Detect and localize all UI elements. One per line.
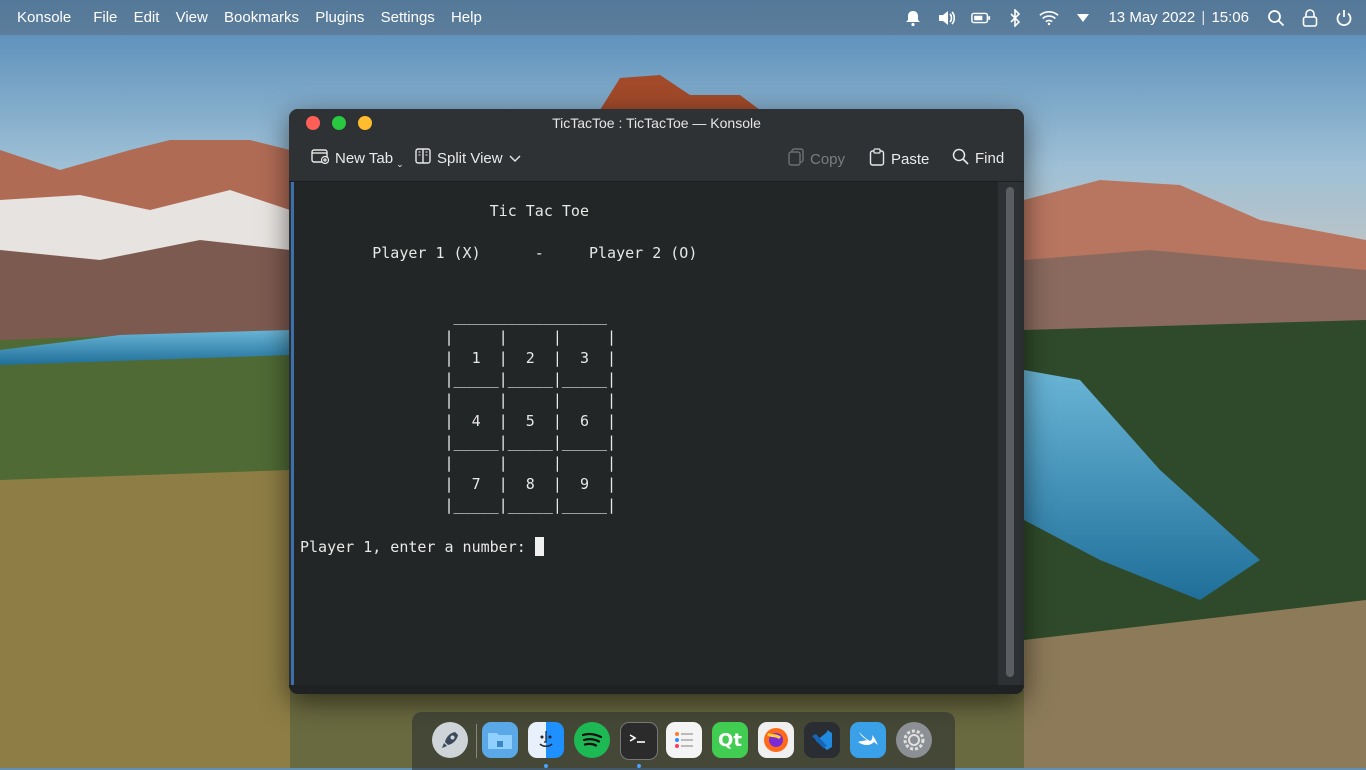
- menu-settings[interactable]: Settings: [381, 9, 435, 26]
- clock-date: 13 May 2022: [1108, 9, 1196, 26]
- terminal-icon[interactable]: [620, 722, 658, 760]
- window-titlebar[interactable]: TicTacToe : TicTacToe — Konsole: [289, 109, 1024, 136]
- terminal-cursor: [534, 537, 544, 556]
- chevron-down-icon[interactable]: ⌄: [396, 159, 404, 170]
- spotify-icon[interactable]: [574, 722, 610, 758]
- find-icon: [952, 148, 969, 169]
- vscode-icon[interactable]: [804, 722, 840, 758]
- new-tab-icon: [311, 148, 330, 168]
- terminal-output: Tic Tac Toe Player 1 (X) - Player 2 (O) …: [300, 201, 697, 558]
- find-label: Find: [975, 150, 1005, 167]
- menu-plugins[interactable]: Plugins: [315, 9, 364, 26]
- power-icon[interactable]: [1334, 8, 1354, 28]
- qt-icon[interactable]: Qt: [712, 722, 748, 758]
- window-controls: [306, 116, 372, 130]
- copy-button[interactable]: Copy: [788, 148, 845, 170]
- qt-label: Qt: [718, 729, 742, 751]
- copy-label: Copy: [810, 150, 846, 168]
- menu-bookmarks[interactable]: Bookmarks: [224, 9, 299, 26]
- notification-bell-icon[interactable]: [903, 8, 923, 28]
- terminal-text: Tic Tac Toe Player 1 (X) - Player 2 (O) …: [300, 202, 698, 556]
- scrollbar-thumb[interactable]: [1006, 187, 1014, 677]
- firefox-icon[interactable]: [758, 722, 794, 758]
- top-panel: Konsole File Edit View Bookmarks Plugins…: [0, 0, 1366, 35]
- folder-icon[interactable]: [482, 722, 518, 758]
- konsole-window: TicTacToe : TicTacToe — Konsole New Tab …: [289, 109, 1024, 694]
- konsole-toolbar: New Tab ⌄ Split View Copy Paste Find: [289, 136, 1024, 182]
- clock[interactable]: 13 May 2022 | 15:06: [1108, 9, 1249, 26]
- dock-separator: [476, 724, 477, 758]
- split-view-button[interactable]: Split View: [415, 148, 521, 168]
- wifi-icon[interactable]: [1039, 8, 1060, 28]
- split-view-icon: [415, 148, 431, 168]
- new-tab-button[interactable]: New Tab ⌄: [311, 148, 407, 170]
- list-icon[interactable]: [666, 722, 702, 758]
- paste-label: Paste: [891, 150, 930, 168]
- global-menu: File Edit View Bookmarks Plugins Setting…: [93, 9, 494, 26]
- split-view-label: Split View: [437, 149, 503, 167]
- volume-icon[interactable]: [937, 8, 957, 28]
- maximize-button[interactable]: [358, 116, 372, 130]
- paste-button[interactable]: Paste: [869, 148, 929, 170]
- active-app-name[interactable]: Konsole: [17, 9, 71, 26]
- gear-icon[interactable]: [896, 722, 932, 758]
- new-tab-label: New Tab: [335, 149, 394, 167]
- close-button[interactable]: [306, 116, 320, 130]
- battery-icon[interactable]: [971, 8, 991, 28]
- system-tray: 13 May 2022 | 15:06: [896, 0, 1366, 35]
- copy-icon: [788, 148, 804, 170]
- lock-icon[interactable]: [1300, 8, 1320, 28]
- window-title: TicTacToe : TicTacToe — Konsole: [552, 114, 761, 131]
- swift-bird-icon[interactable]: [850, 722, 886, 758]
- terminal-view[interactable]: Tic Tac Toe Player 1 (X) - Player 2 (O) …: [291, 182, 1004, 685]
- running-indicator: [544, 764, 548, 768]
- search-icon[interactable]: [1266, 8, 1286, 28]
- find-button[interactable]: Find: [952, 148, 1004, 169]
- finder-icon[interactable]: [528, 722, 564, 758]
- menu-help[interactable]: Help: [451, 9, 482, 26]
- paste-icon: [869, 148, 885, 170]
- clock-time: 15:06: [1211, 9, 1249, 26]
- running-indicator: [637, 764, 641, 768]
- menu-view[interactable]: View: [176, 9, 208, 26]
- menu-file[interactable]: File: [93, 9, 117, 26]
- bluetooth-icon[interactable]: [1005, 8, 1025, 28]
- chevron-down-icon[interactable]: [509, 150, 521, 167]
- menu-edit[interactable]: Edit: [134, 9, 160, 26]
- rocket-icon[interactable]: [432, 722, 468, 758]
- dock: Qt: [412, 712, 955, 770]
- window-bottom-edge: [289, 685, 1024, 694]
- minimize-button[interactable]: [332, 116, 346, 130]
- tray-expand-icon[interactable]: [1073, 8, 1093, 28]
